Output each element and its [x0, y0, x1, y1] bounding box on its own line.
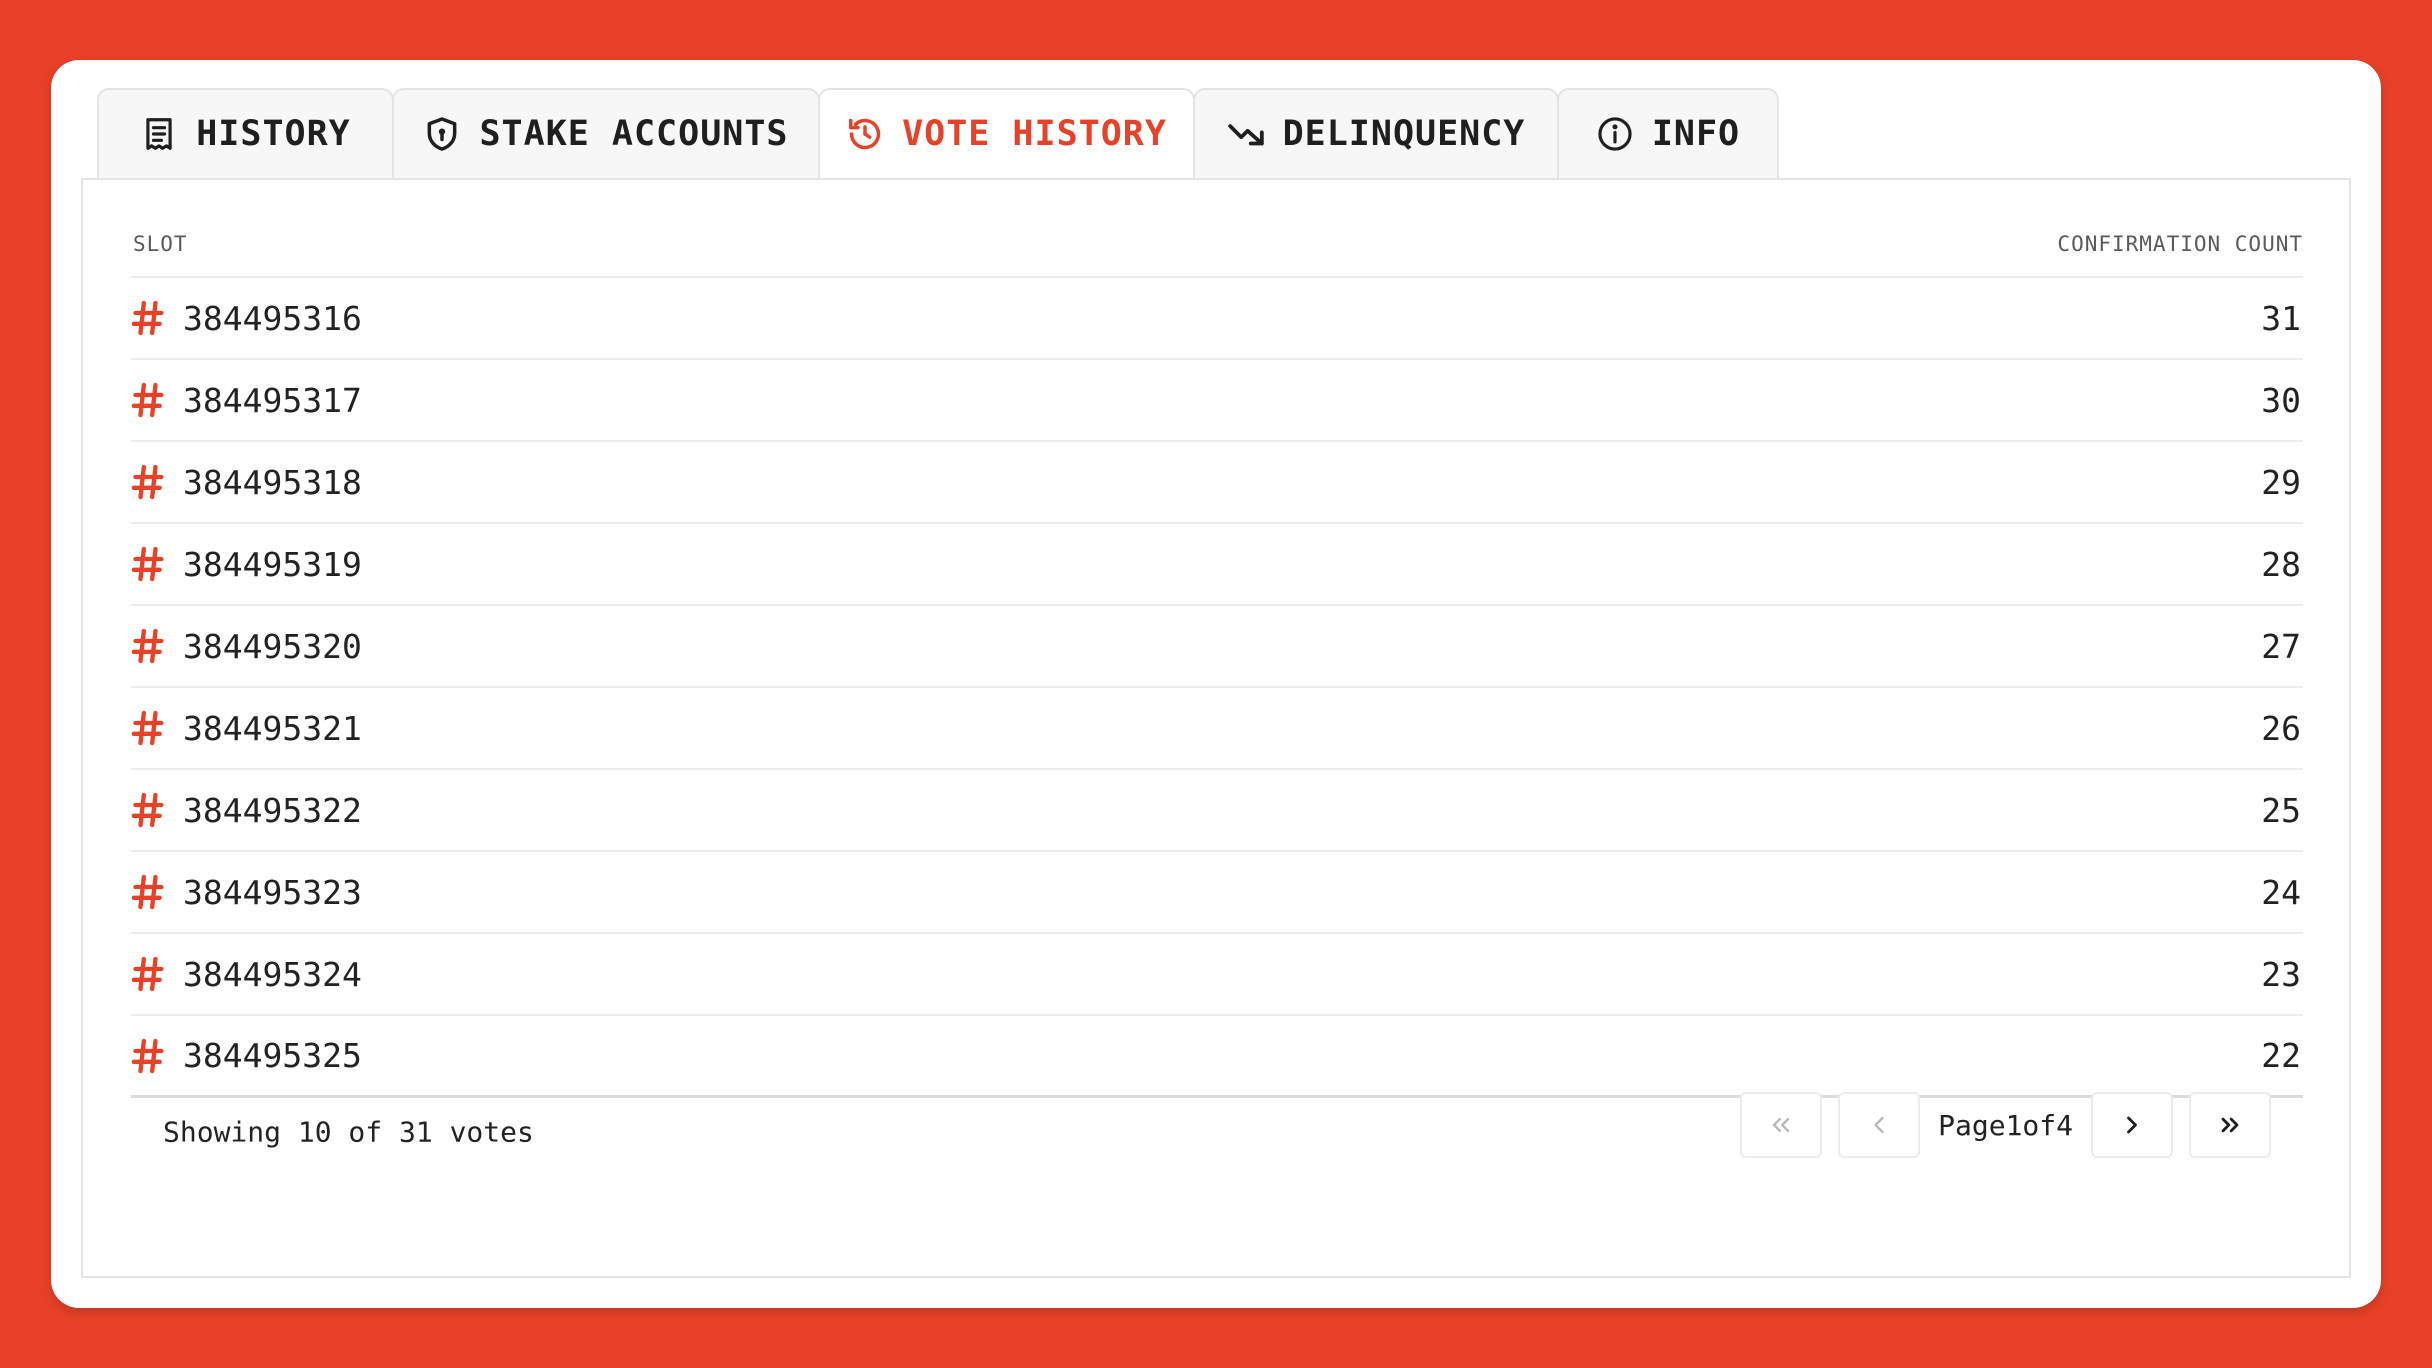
chevrons-left-icon [1772, 1118, 1790, 1132]
hash-icon [131, 1038, 164, 1073]
tab-delinquency[interactable]: DELINQUENCY [1193, 88, 1559, 178]
confirmation-count: 23 [2261, 954, 2301, 994]
first-page-button[interactable] [1740, 1092, 1823, 1158]
confirmation-count: 27 [2261, 626, 2301, 666]
hash-icon [131, 546, 164, 582]
confirmation-count: 22 [2261, 1036, 2301, 1075]
page-label: Page [1938, 1108, 2006, 1142]
hash-icon [131, 710, 164, 746]
slot-cell: 384495321 [131, 708, 362, 748]
confirmation-count: 24 [2261, 872, 2301, 912]
table-row[interactable]: 384495319 28 [131, 524, 2303, 606]
table-header: SLOT CONFIRMATION COUNT [131, 180, 2303, 278]
hash-icon [131, 300, 164, 336]
table-row[interactable]: 384495324 23 [131, 934, 2303, 1016]
slot-number[interactable]: 384495325 [183, 1036, 362, 1075]
slot-number[interactable]: 384495319 [183, 545, 362, 584]
vote-table: SLOT CONFIRMATION COUNT 384495316 31 38449… [131, 180, 2303, 1098]
tab-label: HISTORY [196, 114, 351, 154]
table-row[interactable]: 384495323 24 [131, 852, 2303, 934]
slot-cell: 384495322 [131, 790, 362, 830]
tab-label: VOTE HISTORY [902, 114, 1167, 154]
slot-cell: 384495325 [131, 1036, 362, 1076]
slot-cell: 384495319 [131, 544, 362, 584]
confirmation-count: 31 [2261, 298, 2301, 338]
slot-cell: 384495320 [131, 626, 362, 666]
chevron-right-icon [2127, 1116, 2137, 1134]
tab-vote-history[interactable]: VOTE HISTORY [818, 88, 1195, 178]
chevrons-right-icon [2221, 1117, 2239, 1133]
tab-label: STAKE ACCOUNTS [479, 114, 789, 154]
column-header-confirmation-count: CONFIRMATION COUNT [2057, 232, 2303, 256]
slot-number[interactable]: 384495322 [183, 791, 362, 830]
slot-cell: 384495317 [131, 380, 362, 420]
table-row[interactable]: 384495320 27 [131, 606, 2303, 688]
slot-cell: 384495323 [131, 872, 362, 912]
showing-count-text: Showing 10 of 31 votes [163, 1115, 534, 1149]
tab-label: DELINQUENCY [1282, 114, 1526, 154]
document-icon [146, 118, 172, 150]
page-current: 1 [2005, 1108, 2023, 1142]
trending-down-icon [1227, 124, 1264, 146]
hash-icon [131, 874, 164, 910]
slot-number[interactable]: 384495324 [183, 955, 362, 994]
slot-number[interactable]: 384495317 [183, 381, 362, 420]
table-row[interactable]: 384495325 22 [131, 1016, 2303, 1098]
column-header-slot: SLOT [133, 232, 188, 256]
slot-number[interactable]: 384495318 [183, 463, 362, 502]
vote-history-card: HISTORY STAKE ACCOUNTS VOTE HISTORY DELI… [51, 60, 2381, 1308]
table-row[interactable]: 384495316 31 [131, 278, 2303, 360]
confirmation-count: 26 [2261, 708, 2301, 748]
page-of-label: of [2022, 1108, 2057, 1142]
slot-cell: 384495318 [131, 462, 362, 502]
tab-history[interactable]: HISTORY [97, 88, 394, 178]
hash-icon [131, 628, 164, 664]
hash-icon [131, 382, 164, 418]
page-indicator: Page 1 of 4 [1936, 1109, 2075, 1142]
slot-cell: 384495316 [131, 298, 362, 338]
shield-icon [428, 117, 457, 151]
previous-page-button[interactable] [1838, 1092, 1921, 1158]
table-body: 384495316 31 384495317 30 384495318 29 3844953… [131, 278, 2303, 1098]
tab-label: INFO [1651, 114, 1741, 154]
tab-panel: SLOT CONFIRMATION COUNT 384495316 31 38449… [81, 178, 2351, 1278]
hash-icon [131, 956, 164, 992]
table-footer: Showing 10 of 31 votes Page 1 of 4 [131, 1092, 2303, 1172]
page-total: 4 [2056, 1108, 2073, 1142]
tab-bar: HISTORY STAKE ACCOUNTS VOTE HISTORY DELI… [97, 88, 1779, 178]
confirmation-count: 28 [2261, 544, 2301, 584]
chevron-left-icon [1874, 1116, 1884, 1134]
slot-number[interactable]: 384495320 [183, 627, 362, 666]
table-row[interactable]: 384495322 25 [131, 770, 2303, 852]
slot-cell: 384495324 [131, 954, 362, 994]
table-row[interactable]: 384495318 29 [131, 442, 2303, 524]
slot-number[interactable]: 384495316 [183, 299, 362, 338]
confirmation-count: 30 [2261, 380, 2301, 420]
history-icon [849, 118, 881, 150]
hash-icon [131, 464, 164, 500]
next-page-button[interactable] [2091, 1092, 2173, 1158]
hash-icon [131, 792, 164, 828]
confirmation-count: 29 [2261, 462, 2301, 502]
info-icon [1598, 117, 1632, 151]
slot-number[interactable]: 384495323 [183, 873, 362, 912]
table-row[interactable]: 384495321 26 [131, 688, 2303, 770]
tab-stake-accounts[interactable]: STAKE ACCOUNTS [392, 88, 820, 178]
pagination: Page 1 of 4 [1740, 1092, 2271, 1158]
slot-number[interactable]: 384495321 [183, 709, 362, 748]
tab-info[interactable]: INFO [1557, 88, 1779, 178]
last-page-button[interactable] [2189, 1092, 2271, 1158]
confirmation-count: 25 [2261, 790, 2301, 830]
table-row[interactable]: 384495317 30 [131, 360, 2303, 442]
